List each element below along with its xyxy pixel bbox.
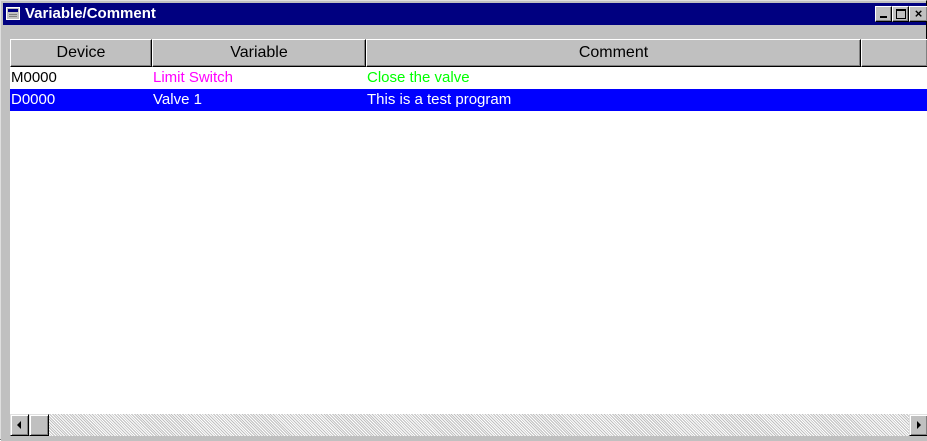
scroll-left-button[interactable]: [10, 414, 29, 436]
device-cell: M0000: [11, 69, 57, 86]
minimize-icon: [880, 16, 887, 18]
column-header-comment[interactable]: Comment: [366, 39, 861, 67]
window-list-icon[interactable]: [6, 7, 20, 20]
variable-comment-window: Variable/Comment × Device Variable Comme…: [0, 0, 927, 441]
table-row-selected[interactable]: D0000 Valve 1 This is a test program: [10, 89, 927, 111]
column-header-extra[interactable]: [861, 39, 927, 67]
close-icon: ×: [914, 6, 923, 21]
scroll-right-button[interactable]: [909, 414, 927, 436]
comment-cell: Close the valve: [367, 69, 470, 86]
scroll-right-arrow-icon: [917, 421, 921, 429]
variable-cell: Limit Switch: [153, 69, 234, 86]
title-bar[interactable]: Variable/Comment ×: [3, 3, 927, 25]
table-row[interactable]: M0000 Limit Switch Close the valve: [10, 67, 927, 89]
maximize-button[interactable]: [892, 6, 909, 22]
column-header-variable[interactable]: Variable: [152, 39, 366, 67]
window-title: Variable/Comment: [25, 5, 156, 22]
close-button[interactable]: ×: [909, 6, 927, 22]
table-header: Device Variable Comment: [10, 39, 927, 67]
window-bottom-border: [1, 436, 927, 441]
column-header-device[interactable]: Device: [10, 39, 152, 67]
scroll-thumb[interactable]: [29, 414, 49, 436]
comment-cell: This is a test program: [367, 91, 512, 108]
device-cell: D0000: [11, 91, 56, 108]
minimize-button[interactable]: [875, 6, 892, 22]
horizontal-scrollbar[interactable]: [10, 414, 927, 436]
variable-cell: Valve 1: [153, 91, 202, 108]
maximize-icon: [896, 9, 906, 19]
scroll-left-arrow-icon: [17, 421, 21, 429]
variable-list[interactable]: M0000 Limit Switch Close the valve D0000…: [10, 67, 927, 414]
